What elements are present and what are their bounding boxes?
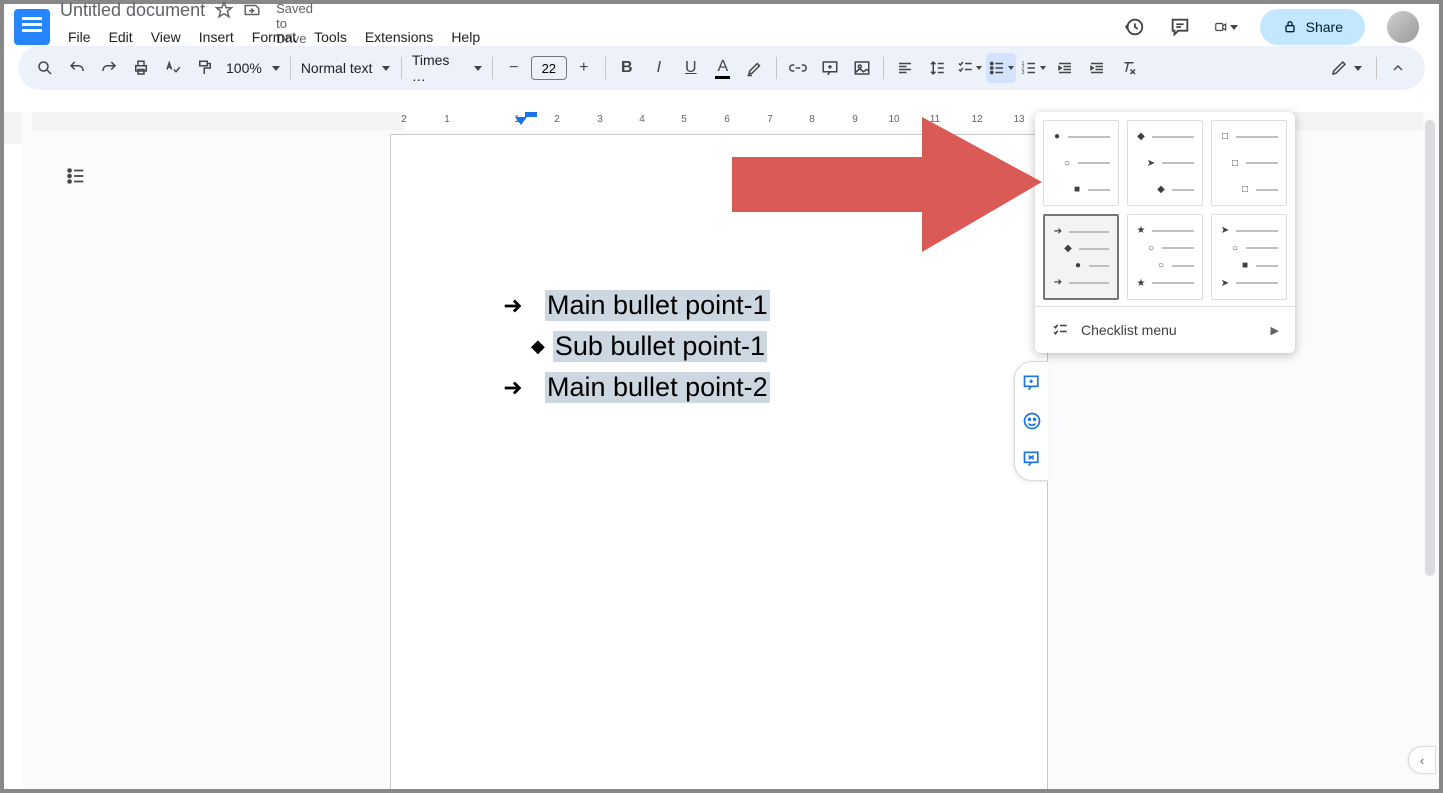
outline-toggle-icon[interactable]	[62, 162, 90, 190]
font-dropdown[interactable]: Times …	[408, 52, 486, 84]
increase-font-size-button[interactable]: +	[569, 53, 599, 83]
menu-extensions[interactable]: Extensions	[357, 25, 441, 49]
docs-logo-icon[interactable]	[14, 9, 50, 45]
bullet-style-option[interactable]: ➤○■➤	[1211, 214, 1287, 300]
bullet-text[interactable]: Sub bullet point-1	[553, 331, 767, 362]
history-icon[interactable]	[1122, 15, 1146, 39]
collapse-toolbar-button[interactable]	[1383, 53, 1413, 83]
print-icon[interactable]	[126, 53, 156, 83]
editing-mode-button[interactable]	[1322, 55, 1370, 81]
menu-tools[interactable]: Tools	[306, 25, 355, 49]
insert-image-button[interactable]	[847, 53, 877, 83]
diamond-bullet-icon: ◆	[531, 336, 545, 357]
text-color-button[interactable]: A	[708, 53, 738, 83]
undo-icon[interactable]	[62, 53, 92, 83]
doc-title[interactable]: Untitled document	[60, 0, 205, 21]
bullet-style-option[interactable]: ➔◆●➔	[1043, 214, 1119, 300]
share-button[interactable]: Share	[1260, 9, 1365, 45]
underline-button[interactable]: U	[676, 53, 706, 83]
menu-file[interactable]: File	[60, 25, 99, 49]
paragraph-style-dropdown[interactable]: Normal text	[297, 60, 395, 76]
clear-formatting-button[interactable]	[1114, 53, 1144, 83]
svg-text:3: 3	[1021, 70, 1024, 76]
cloud-status[interactable]: Saved to Drive	[271, 1, 289, 19]
bullet-line[interactable]: ◆ Sub bullet point-1	[501, 331, 770, 362]
bullet-text[interactable]: Main bullet point-2	[545, 372, 770, 403]
bullet-line[interactable]: Main bullet point-1	[501, 290, 770, 321]
paint-format-icon[interactable]	[190, 53, 220, 83]
bulleted-list-button[interactable]	[986, 53, 1016, 83]
add-comment-side-icon[interactable]	[1021, 372, 1043, 394]
bullet-line[interactable]: Main bullet point-2	[501, 372, 770, 403]
comments-icon[interactable]	[1168, 15, 1192, 39]
numbered-list-button[interactable]: 123	[1018, 53, 1048, 83]
emoji-reaction-icon[interactable]	[1021, 410, 1043, 432]
bold-button[interactable]: B	[612, 53, 642, 83]
increase-indent-button[interactable]	[1082, 53, 1112, 83]
highlight-color-button[interactable]	[740, 53, 770, 83]
menu-view[interactable]: View	[143, 25, 189, 49]
decrease-indent-button[interactable]	[1050, 53, 1080, 83]
header-right: Share	[1122, 9, 1429, 45]
bullet-style-option[interactable]: □□□	[1211, 120, 1287, 206]
bullet-style-option[interactable]: ★○○★	[1127, 214, 1203, 300]
menu-edit[interactable]: Edit	[101, 25, 141, 49]
document-content[interactable]: Main bullet point-1◆ Sub bullet point-1 Ma…	[501, 290, 770, 413]
search-icon[interactable]	[30, 53, 60, 83]
menu-help[interactable]: Help	[443, 25, 488, 49]
redo-icon[interactable]	[94, 53, 124, 83]
chevron-right-icon: ▶	[1271, 324, 1279, 337]
insert-link-button[interactable]	[783, 53, 813, 83]
bullet-list-menu: ●○■◆➤◆□□□ ➔◆●➔★○○★➤○■➤ Checklist menu ▶	[1035, 112, 1295, 353]
header: Untitled document Saved to Drive File Ed…	[4, 4, 1439, 44]
bullet-style-option[interactable]: ◆➤◆	[1127, 120, 1203, 206]
font-size-input[interactable]: 22	[531, 56, 567, 80]
menu-insert[interactable]: Insert	[191, 25, 242, 49]
move-icon[interactable]	[243, 1, 261, 19]
arrow-bullet-icon	[501, 295, 525, 317]
decrease-font-size-button[interactable]: −	[499, 53, 529, 83]
show-side-panel-button[interactable]: ‹	[1408, 746, 1436, 774]
line-spacing-button[interactable]	[922, 53, 952, 83]
menu-format[interactable]: Format	[244, 25, 304, 49]
checklist-menu-item[interactable]: Checklist menu ▶	[1035, 306, 1295, 353]
checklist-button[interactable]	[954, 53, 984, 83]
arrow-bullet-icon	[501, 377, 525, 399]
suggest-edits-icon[interactable]	[1021, 448, 1043, 470]
side-tools	[1014, 361, 1048, 481]
align-button[interactable]	[890, 53, 920, 83]
spellcheck-icon[interactable]	[158, 53, 188, 83]
page[interactable]: Main bullet point-1◆ Sub bullet point-1 Ma…	[390, 134, 1048, 789]
menu-bar: File Edit View Insert Format Tools Exten…	[60, 21, 550, 55]
italic-button[interactable]: I	[644, 53, 674, 83]
ruler-vertical[interactable]	[4, 112, 22, 789]
bullet-text[interactable]: Main bullet point-1	[545, 290, 770, 321]
star-icon[interactable]	[215, 1, 233, 19]
zoom-dropdown[interactable]: 100%	[222, 60, 284, 76]
scrollbar-vertical[interactable]	[1425, 120, 1435, 559]
add-comment-button[interactable]	[815, 53, 845, 83]
meet-icon[interactable]	[1214, 15, 1238, 39]
account-avatar[interactable]	[1387, 11, 1419, 43]
bullet-style-option[interactable]: ●○■	[1043, 120, 1119, 206]
